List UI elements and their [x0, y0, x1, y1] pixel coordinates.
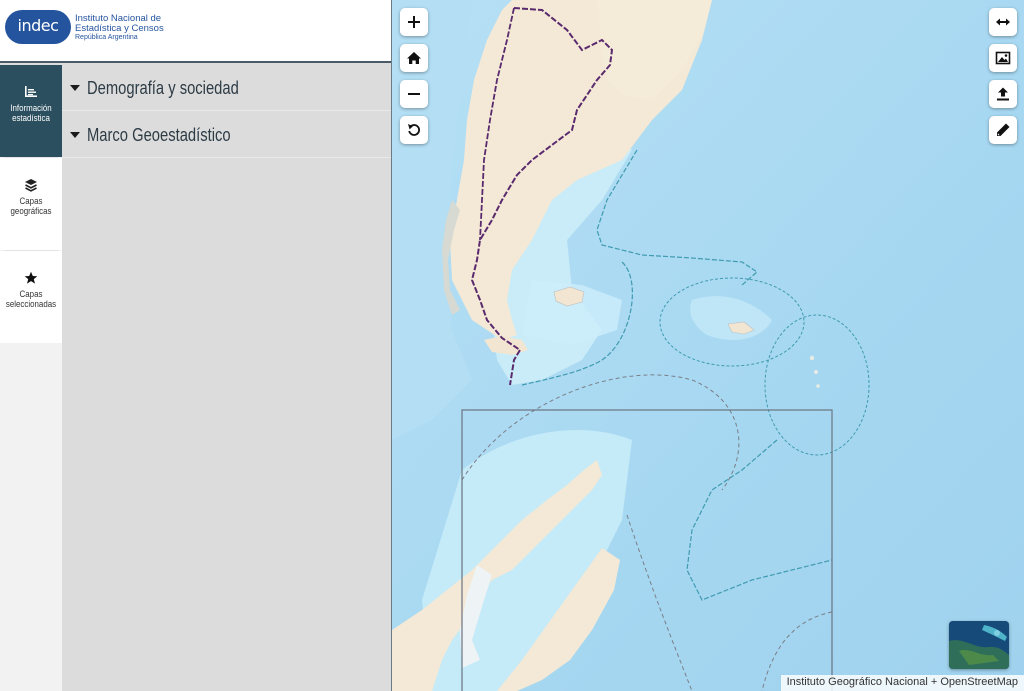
bar-chart-icon	[0, 85, 62, 103]
sidebar-item-label: estadística	[12, 113, 50, 123]
sandwich-island	[809, 355, 815, 361]
logo-pill-text: indec	[17, 16, 59, 35]
menu-section-label: Demografía y sociedad	[87, 78, 239, 98]
map-attribution[interactable]: Instituto Geográfico Nacional + OpenStre…	[780, 675, 1024, 691]
map-view[interactable]: Instituto Geográfico Nacional + OpenStre…	[392, 0, 1024, 691]
zoom-out-button[interactable]	[400, 80, 428, 108]
sidebar-item-capas-geograficas[interactable]: Capas geográficas	[0, 158, 62, 250]
upload-icon	[997, 87, 1009, 101]
horizontal-arrows-icon	[996, 18, 1010, 26]
sandwich-island	[816, 384, 820, 388]
measure-button[interactable]	[989, 8, 1017, 36]
sidebar-item-label: Capas	[19, 289, 43, 299]
menu-section-demografia[interactable]: Demografía y sociedad	[62, 65, 391, 111]
rail-divider	[4, 157, 58, 158]
minus-icon	[408, 93, 420, 95]
sidebar-item-informacion-estadistica[interactable]: Información estadística	[0, 65, 62, 157]
image-icon	[995, 51, 1011, 65]
satellite-thumbnail-icon	[949, 621, 1009, 669]
rotate-icon	[408, 124, 420, 136]
pencil-icon	[997, 123, 1010, 136]
icon-rail: Información estadística Capas geográfica…	[0, 65, 62, 691]
upload-button[interactable]	[989, 80, 1017, 108]
zoom-in-button[interactable]	[400, 8, 428, 36]
sandwich-island	[814, 370, 818, 374]
layers-icon	[0, 178, 62, 196]
sidebar-item-label: seleccionadas	[5, 299, 57, 309]
star-icon	[0, 271, 62, 289]
menu-section-label: Marco Geoestadístico	[87, 125, 231, 145]
category-menu: Demografía y sociedad Marco Geoestadísti…	[62, 65, 391, 691]
left-panel: indec Instituto Nacional de Estadística …	[0, 0, 391, 691]
plus-icon	[408, 16, 420, 28]
caret-down-icon	[70, 132, 80, 138]
sidebar-item-label: Información	[10, 103, 52, 113]
caret-down-icon	[70, 85, 80, 91]
logo-institution-line2: Estadística y Censos	[75, 23, 164, 34]
home-button[interactable]	[400, 44, 428, 72]
indec-logo[interactable]: indec	[5, 10, 71, 44]
draw-button[interactable]	[989, 116, 1017, 144]
logo-bar: indec Instituto Nacional de Estadística …	[0, 0, 391, 63]
basemap-switcher[interactable]	[949, 621, 1009, 669]
export-image-button[interactable]	[989, 44, 1017, 72]
home-icon	[407, 52, 421, 64]
sidebar-item-label: Capas	[19, 196, 43, 206]
menu-section-marco-geoestadistico[interactable]: Marco Geoestadístico	[62, 112, 391, 158]
reset-rotation-button[interactable]	[400, 116, 428, 144]
sidebar-item-capas-seleccionadas[interactable]: Capas seleccionadas	[0, 251, 62, 343]
logo-country: República Argentina	[75, 34, 138, 41]
map-canvas[interactable]	[392, 0, 1024, 691]
sidebar-item-label: geográficas	[10, 206, 52, 216]
